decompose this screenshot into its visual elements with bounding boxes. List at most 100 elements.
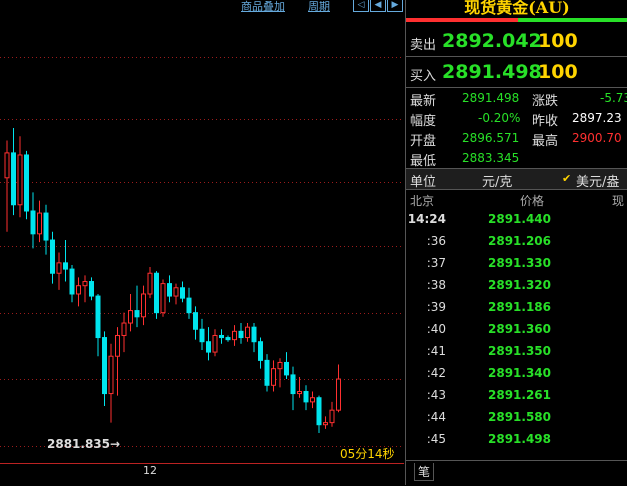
candle — [238, 323, 244, 344]
candle — [115, 327, 120, 396]
candle-body — [329, 409, 335, 424]
candle-body — [167, 283, 172, 297]
candle-body — [76, 285, 81, 295]
candle-body — [154, 272, 159, 314]
check-icon: ✔ — [562, 172, 572, 185]
candle — [160, 279, 166, 317]
buy-row[interactable]: 买入 2891.498 100 — [406, 57, 627, 88]
instrument-title: 现货黄金(AU) — [464, 0, 570, 17]
candle — [17, 136, 23, 218]
tab-ticks[interactable]: 笔 — [414, 463, 435, 481]
time-axis: 12 — [0, 463, 404, 485]
candle-body — [24, 154, 29, 212]
tick-price: 2891.330 — [488, 256, 552, 270]
candle-body — [95, 295, 101, 339]
quote-panel: 现货黄金(AU) 卖出 2892.042 100 买入 2891.498 100… — [405, 0, 627, 485]
tick-row: :38 2891.320 — [406, 278, 627, 300]
candle-body — [43, 212, 49, 241]
candle-body — [173, 287, 179, 297]
candle — [264, 354, 270, 392]
candle-body — [141, 293, 146, 318]
tick-price: 2891.498 — [488, 432, 552, 446]
tick-price: 2891.580 — [488, 410, 552, 424]
candlestick-svg — [0, 57, 404, 447]
nav-forward-icon[interactable]: ▶ — [387, 0, 403, 12]
candle — [310, 391, 315, 409]
sell-volume: 100 — [538, 30, 578, 52]
candle-body — [212, 334, 218, 353]
low-price-marker: 2881.835→ — [47, 437, 121, 451]
tick-price: 2891.186 — [488, 300, 552, 314]
candle — [303, 385, 309, 411]
tick-row: :43 2891.261 — [406, 388, 627, 410]
candle — [336, 364, 341, 413]
candle — [24, 150, 29, 220]
overlay-button[interactable]: 商品叠加 — [241, 0, 285, 14]
candle — [4, 140, 10, 232]
candle-body — [199, 328, 205, 343]
candle-body — [251, 326, 257, 343]
candle-body — [37, 212, 42, 235]
candle — [154, 271, 159, 319]
candle — [43, 204, 49, 255]
sell-label: 卖出 — [410, 38, 437, 53]
tick-header-price: 价格 — [520, 194, 545, 208]
candle-body — [264, 359, 270, 386]
candle-body — [128, 310, 133, 324]
unit-bar: 单位 元/克 ✔ 美元/盎 — [406, 168, 627, 190]
candle — [134, 285, 140, 328]
candle-body — [271, 368, 276, 386]
sell-row[interactable]: 卖出 2892.042 100 — [406, 26, 627, 57]
unit-alt-option[interactable]: 美元/盎 — [576, 171, 619, 190]
candle-body — [115, 334, 120, 357]
candle-body — [290, 374, 296, 395]
candle — [271, 360, 276, 392]
tick-time: :42 — [426, 366, 446, 380]
tick-header-city: 北京 — [410, 194, 435, 208]
candle-body — [245, 326, 250, 339]
candlestick-chart[interactable] — [0, 0, 404, 463]
candle — [290, 366, 296, 411]
tick-time: :36 — [426, 234, 446, 248]
tick-price: 2891.440 — [488, 212, 552, 226]
candle-body — [232, 330, 237, 341]
candle-body — [180, 287, 185, 299]
candle — [56, 252, 62, 290]
candle-body — [89, 281, 94, 297]
candle — [76, 277, 81, 307]
candle — [11, 128, 16, 216]
tick-time: :38 — [426, 278, 446, 292]
tick-time: :44 — [426, 410, 446, 424]
candle — [277, 358, 283, 388]
period-button[interactable]: 周期 — [308, 0, 330, 14]
candle — [50, 231, 55, 284]
tick-header-now: 现 — [612, 194, 625, 208]
candle — [258, 337, 263, 369]
candle-body — [108, 355, 114, 395]
candle — [147, 267, 153, 299]
tick-row: 14:24 2891.440 — [406, 212, 627, 234]
chart-toolbar: 商品叠加 周期 ◁ ◀ ▶ — [0, 0, 404, 14]
candle — [167, 275, 172, 303]
candle-body — [134, 310, 140, 318]
candle — [37, 200, 42, 243]
candle-body — [277, 361, 283, 370]
nav-back-icon[interactable]: ◀ — [370, 0, 386, 12]
tick-price: 2891.320 — [488, 278, 552, 292]
candle-body — [50, 239, 55, 274]
candle-body — [30, 210, 36, 235]
tick-time: :39 — [426, 300, 446, 314]
buy-label: 买入 — [410, 69, 437, 84]
candle — [82, 275, 88, 303]
time-axis-tick: 12 — [143, 464, 157, 477]
tick-row: :45 2891.498 — [406, 432, 627, 454]
tick-price: 2891.206 — [488, 234, 552, 248]
sell-price: 2892.042 — [442, 30, 542, 52]
candle-body — [160, 283, 166, 314]
candle-body — [303, 391, 309, 403]
candle-body — [82, 281, 88, 287]
nav-left-icon[interactable]: ◁ — [353, 0, 369, 12]
unit-value[interactable]: 元/克 — [482, 171, 512, 190]
candle-body — [56, 262, 62, 274]
candle-body — [4, 152, 10, 179]
